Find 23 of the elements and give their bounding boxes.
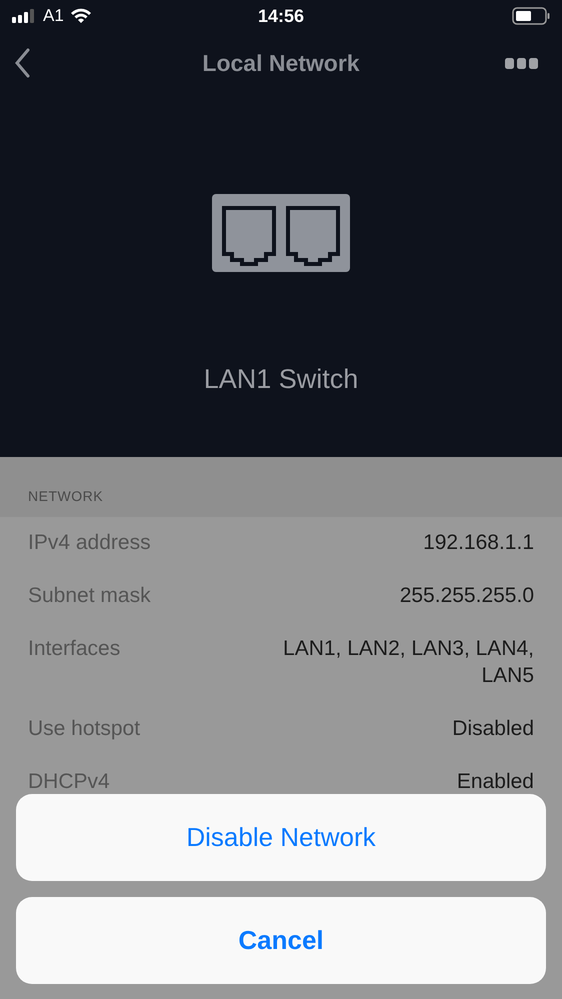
row-label: Use hotspot	[28, 716, 140, 742]
row-value: LAN1, LAN2, LAN3, LAN4, LAN5	[282, 636, 534, 689]
row-value: 255.255.255.0	[400, 583, 534, 609]
battery-icon	[512, 7, 550, 25]
signal-icon	[12, 9, 37, 23]
section-header: NETWORK	[28, 488, 104, 504]
device-name: LAN1 Switch	[204, 364, 358, 395]
back-icon[interactable]	[14, 48, 30, 78]
ethernet-switch-icon	[212, 194, 350, 272]
row-value: 192.168.1.1	[423, 530, 534, 556]
row-label: Subnet mask	[28, 583, 151, 609]
row-value: Enabled	[456, 769, 534, 795]
row-label: IPv4 address	[28, 530, 151, 556]
more-icon[interactable]	[505, 58, 538, 68]
screen-title: Local Network	[202, 50, 360, 76]
row-label: Interfaces	[28, 636, 120, 662]
row-value: Disabled	[452, 716, 534, 742]
clock-time: 14:56	[258, 6, 304, 26]
wifi-icon	[70, 8, 92, 24]
row-label: DHCPv4	[28, 769, 110, 795]
carrier-name: A1	[43, 6, 64, 26]
cancel-button[interactable]: Cancel	[16, 897, 546, 984]
action-button[interactable]: Disable Network	[16, 794, 546, 881]
